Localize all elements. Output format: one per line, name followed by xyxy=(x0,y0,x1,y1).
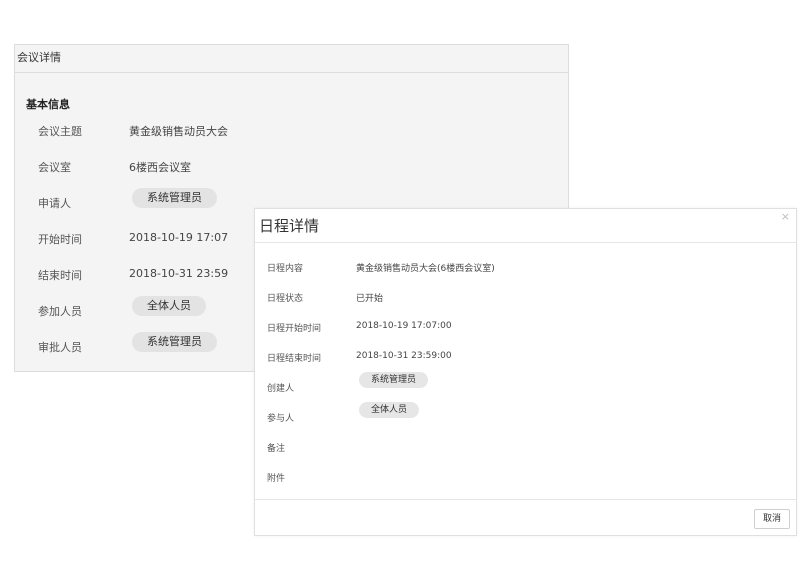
schedule-participants-row: 参与人 全体人员 xyxy=(255,402,796,429)
approvers-tag[interactable]: 系统管理员 xyxy=(132,332,217,352)
schedule-start-row: 日程开始时间 2018-10-19 17:07:00 xyxy=(255,317,796,339)
approvers-label: 审批人员 xyxy=(38,341,82,354)
schedule-end-value: 2018-10-31 23:59:00 xyxy=(356,351,452,361)
schedule-content-value: 黄金级销售动员大会(6楼西会议室) xyxy=(356,264,495,274)
schedule-end-row: 日程结束时间 2018-10-31 23:59:00 xyxy=(255,347,796,369)
meeting-room-row: 会议室 6楼西会议室 xyxy=(15,154,568,178)
schedule-remarks-label: 备注 xyxy=(267,444,286,454)
meeting-start-label: 开始时间 xyxy=(38,233,82,246)
participants-tag[interactable]: 全体人员 xyxy=(132,296,206,316)
schedule-remarks-row: 备注 xyxy=(255,437,796,459)
schedule-creator-tag[interactable]: 系统管理员 xyxy=(359,372,429,388)
meeting-topic-value: 黄金级销售动员大会 xyxy=(129,125,228,138)
schedule-modal-title: 日程详情 xyxy=(259,217,320,235)
schedule-modal-header: 日程详情 × xyxy=(255,209,796,243)
schedule-detail-modal: 日程详情 × 日程内容 黄金级销售动员大会(6楼西会议室) 日程状态 已开始 日… xyxy=(254,208,797,536)
schedule-creator-row: 创建人 系统管理员 xyxy=(255,372,796,399)
meeting-end-value: 2018-10-31 23:59 xyxy=(129,267,229,280)
schedule-content-label: 日程内容 xyxy=(267,264,304,274)
schedule-start-label: 日程开始时间 xyxy=(267,324,322,334)
meeting-end-label: 结束时间 xyxy=(38,269,82,282)
schedule-participants-tag[interactable]: 全体人员 xyxy=(359,402,420,418)
schedule-creator-label: 创建人 xyxy=(267,384,295,394)
schedule-start-value: 2018-10-19 17:07:00 xyxy=(356,321,452,331)
schedule-status-row: 日程状态 已开始 xyxy=(255,287,796,309)
meeting-room-value: 6楼西会议室 xyxy=(129,161,191,174)
schedule-content-row: 日程内容 黄金级销售动员大会(6楼西会议室) xyxy=(255,257,796,279)
meeting-detail-header: 会议详情 xyxy=(15,45,568,73)
schedule-status-label: 日程状态 xyxy=(267,294,304,304)
cancel-button[interactable]: 取消 xyxy=(753,509,790,529)
applicant-tag[interactable]: 系统管理员 xyxy=(132,188,217,208)
meeting-room-label: 会议室 xyxy=(38,161,71,174)
close-icon[interactable]: × xyxy=(781,210,790,223)
participants-label: 参加人员 xyxy=(38,305,82,318)
basic-info-title: 基本信息 xyxy=(26,98,70,111)
meeting-start-value: 2018-10-19 17:07 xyxy=(129,231,229,244)
schedule-participants-label: 参与人 xyxy=(267,414,295,424)
schedule-attachments-row: 附件 xyxy=(255,467,796,489)
schedule-status-value: 已开始 xyxy=(356,294,384,304)
schedule-end-label: 日程结束时间 xyxy=(267,354,322,364)
schedule-modal-footer: 取消 xyxy=(255,499,796,535)
applicant-label: 申请人 xyxy=(38,197,71,210)
meeting-topic-row: 会议主题 黄金级销售动员大会 xyxy=(15,118,568,142)
schedule-attachments-label: 附件 xyxy=(267,474,286,484)
meeting-topic-label: 会议主题 xyxy=(38,125,82,138)
